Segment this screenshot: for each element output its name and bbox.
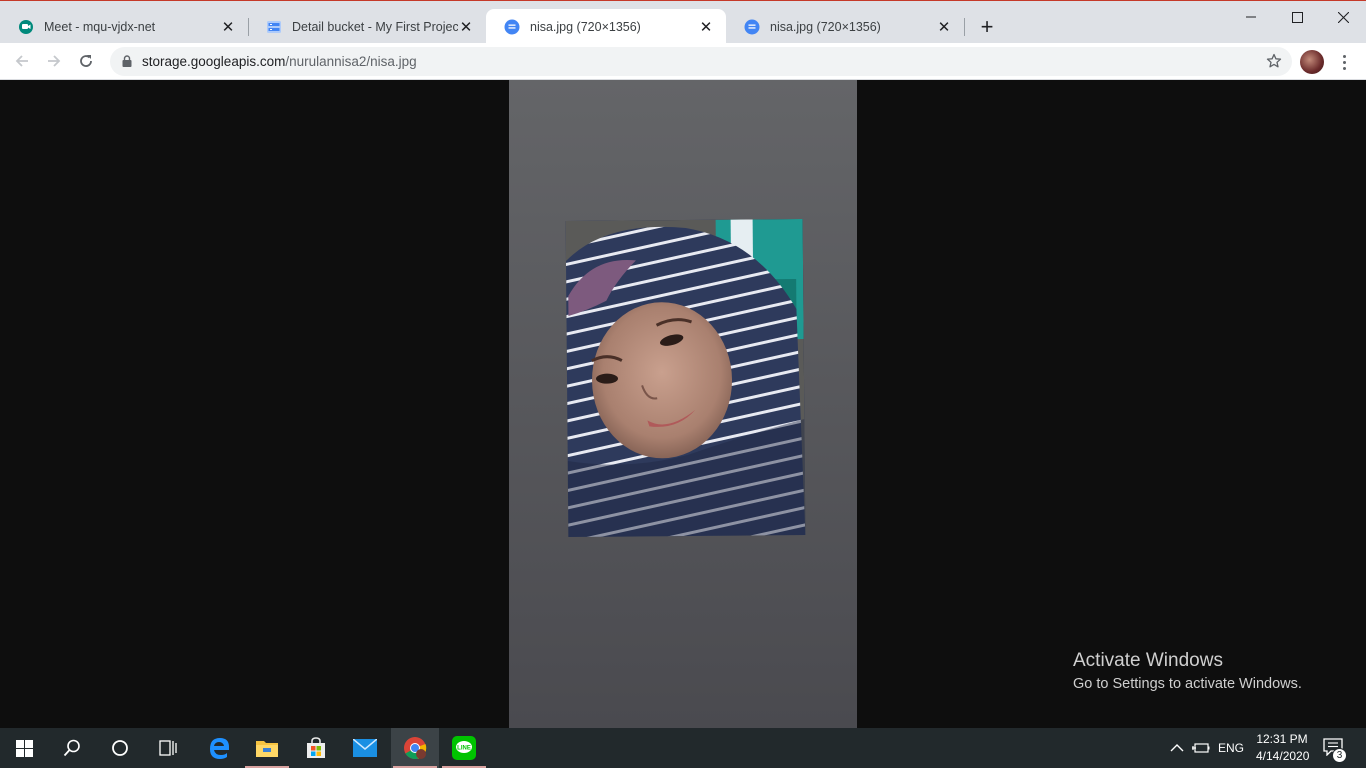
profile-avatar[interactable] <box>1300 50 1324 74</box>
clock-date: 4/14/2020 <box>1256 749 1310 763</box>
chrome-icon <box>404 737 427 760</box>
cortana-button[interactable] <box>96 728 144 768</box>
image-doc-icon <box>744 19 760 34</box>
arrow-right-icon <box>48 55 61 67</box>
browser-toolbar: storage.googleapis.com/nurulannisa2/nisa… <box>0 43 1366 80</box>
tab-title: Meet - mqu-vjdx-net <box>44 19 156 34</box>
mail-icon <box>353 739 377 757</box>
line-icon: LINE <box>452 736 476 760</box>
close-icon <box>1337 11 1349 23</box>
google-meet-icon <box>19 19 33 34</box>
windows-logo-icon <box>15 739 33 757</box>
tab-divider <box>964 18 965 36</box>
file-explorer-button[interactable] <box>243 728 291 768</box>
mail-button[interactable] <box>341 728 389 768</box>
task-view-button[interactable] <box>144 728 192 768</box>
photo-illustration <box>565 218 806 538</box>
close-tab-icon[interactable]: ✕ <box>220 19 236 36</box>
tab-title: nisa.jpg (720×1356) <box>770 19 881 34</box>
edge-icon <box>210 738 229 759</box>
svg-text:LINE: LINE <box>457 746 471 752</box>
store-bag-icon <box>307 737 325 758</box>
reload-button[interactable] <box>74 49 98 73</box>
tab-strip: Meet - mqu-vjdx-net ✕ Detail bucket - My… <box>0 0 1366 44</box>
url-path: /nurulannisa2/nisa.jpg <box>285 54 417 69</box>
line-button[interactable]: LINE <box>440 728 488 768</box>
folder-icon <box>256 741 278 757</box>
chrome-button[interactable] <box>391 728 439 768</box>
tab-meet[interactable]: Meet - mqu-vjdx-net ✕ <box>0 9 248 44</box>
search-icon <box>63 739 80 757</box>
reload-icon <box>80 55 92 67</box>
cloud-storage-icon <box>267 20 281 33</box>
back-button[interactable] <box>10 49 34 73</box>
close-tab-icon[interactable]: ✕ <box>698 19 714 36</box>
system-clock[interactable]: 12:31 PM 4/14/2020 <box>1256 731 1310 765</box>
show-hidden-icons-button[interactable] <box>1170 728 1184 768</box>
arrow-left-icon <box>15 55 28 67</box>
maximize-icon <box>1291 11 1303 23</box>
tab-title: nisa.jpg (720×1356) <box>530 19 641 34</box>
clock-time: 12:31 PM <box>1256 732 1308 746</box>
bookmark-star-icon[interactable] <box>1266 53 1282 69</box>
maximize-button[interactable] <box>1274 1 1320 33</box>
activate-windows-watermark: Activate Windows Go to Settings to activ… <box>1073 650 1302 692</box>
new-tab-button[interactable]: + <box>975 14 999 39</box>
tab-detail-bucket[interactable]: Detail bucket - My First Project - ✕ <box>248 9 486 44</box>
input-language[interactable]: ENG <box>1218 728 1244 768</box>
image-doc-icon <box>504 19 520 34</box>
task-view-icon <box>159 740 177 756</box>
url-text: storage.googleapis.com/nurulannisa2/nisa… <box>142 54 417 69</box>
watermark-subtitle: Go to Settings to activate Windows. <box>1073 676 1302 692</box>
battery-plug-icon <box>1192 743 1210 753</box>
tab-title: Detail bucket - My First Project - <box>292 19 458 34</box>
minimize-icon <box>1246 16 1256 18</box>
edge-button[interactable] <box>195 728 243 768</box>
search-button[interactable] <box>48 728 96 768</box>
browser-menu-button[interactable] <box>1336 50 1352 74</box>
cortana-icon <box>112 740 128 756</box>
minimize-button[interactable] <box>1228 1 1274 33</box>
start-button[interactable] <box>0 728 48 768</box>
url-host: storage.googleapis.com <box>142 54 286 69</box>
chevron-up-icon <box>1170 744 1184 752</box>
close-window-button[interactable] <box>1320 1 1366 33</box>
notification-count-badge: 3 <box>1332 748 1347 763</box>
lock-icon[interactable] <box>122 55 132 67</box>
address-bar[interactable]: storage.googleapis.com/nurulannisa2/nisa… <box>110 47 1292 76</box>
tab-nisa-jpg[interactable]: nisa.jpg (720×1356) ✕ <box>726 9 964 44</box>
tab-nisa-jpg-active[interactable]: nisa.jpg (720×1356) ✕ <box>486 9 726 44</box>
forward-button[interactable] <box>42 49 66 73</box>
close-tab-icon[interactable]: ✕ <box>458 19 474 36</box>
power-tray-button[interactable] <box>1192 728 1210 768</box>
watermark-title: Activate Windows <box>1073 650 1223 671</box>
windows-taskbar: LINE ENG 12:31 PM 4/14/2020 3 <box>0 728 1366 768</box>
displayed-image[interactable] <box>565 218 806 538</box>
close-tab-icon[interactable]: ✕ <box>936 19 952 36</box>
store-button[interactable] <box>292 728 340 768</box>
